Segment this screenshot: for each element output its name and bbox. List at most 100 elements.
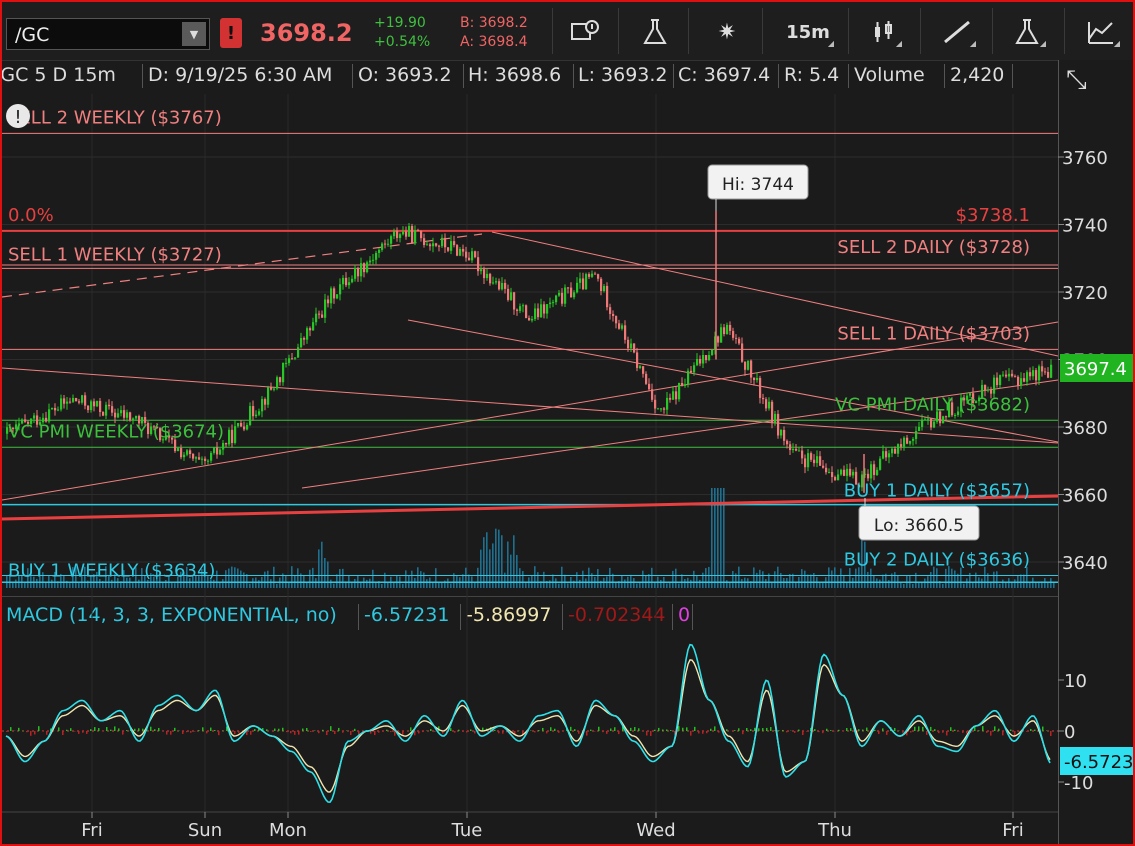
price-candle [1035, 370, 1038, 381]
price-candle [834, 477, 837, 481]
price-candle [639, 366, 642, 368]
macd-axis-label: 0 [1064, 722, 1075, 743]
macd-histogram-bar [238, 731, 240, 733]
price-candle [222, 442, 225, 450]
macd-histogram-bar [18, 727, 20, 731]
volume-bar [507, 541, 509, 588]
price-candle [771, 401, 774, 423]
price-candle [444, 237, 447, 248]
macd-histogram-bar [282, 727, 284, 731]
macd-histogram-bar [610, 728, 612, 731]
macd-histogram-bar [846, 728, 848, 731]
volume-bar [900, 582, 902, 588]
macd-histogram-bar [614, 727, 616, 731]
price-candle [270, 387, 273, 390]
volume-bar [1053, 582, 1055, 588]
volume-bar [888, 580, 890, 588]
macd-histogram-bar [82, 731, 84, 733]
volume-bar [1044, 578, 1046, 588]
price-candle [246, 424, 249, 430]
macd-histogram-bar [786, 731, 788, 733]
price-candle [429, 244, 432, 247]
price-candle [762, 397, 765, 400]
volume-bar [966, 578, 968, 588]
price-candle [882, 451, 885, 459]
macd-histogram-bar [462, 731, 464, 732]
price-candle [711, 349, 714, 355]
level-label: SELL 2 WEEKLY ($3767) [8, 107, 222, 128]
volume-bar [273, 566, 275, 588]
price-candle [372, 259, 375, 261]
price-candle [885, 451, 888, 458]
macd-histogram-bar [994, 726, 996, 731]
volume-bar [840, 568, 842, 588]
volume-bar [495, 528, 497, 588]
volume-bar [552, 574, 554, 588]
macd-histogram-bar [6, 731, 8, 732]
price-candle [111, 406, 114, 413]
price-candle [690, 370, 693, 373]
price-candle [846, 468, 849, 476]
price-candle [237, 423, 240, 427]
price-candle [765, 399, 768, 409]
price-candle [1005, 374, 1008, 377]
price-candle [870, 464, 873, 479]
price-candle [120, 410, 123, 414]
volume-bar [789, 573, 791, 588]
price-candle [426, 244, 429, 246]
macd-histogram-bar [386, 729, 388, 731]
volume-bar [855, 568, 857, 588]
volume-bar [1023, 574, 1025, 588]
macd-histogram-bar [778, 730, 780, 731]
price-candle [891, 448, 894, 454]
price-candle [678, 382, 681, 400]
price-candle [240, 423, 243, 427]
macd-histogram-bar [770, 727, 772, 731]
volume-bar [267, 570, 269, 588]
volume-bar [372, 569, 374, 588]
volume-bar [246, 574, 248, 588]
price-candle [744, 361, 747, 370]
macd-histogram-bar [826, 728, 828, 731]
price-candle [924, 419, 927, 421]
price-candle [567, 287, 570, 289]
macd-histogram-bar [594, 731, 596, 732]
volume-bar [216, 570, 218, 588]
fib-zero-label: 0.0% [8, 205, 54, 226]
macd-histogram-bar [754, 727, 756, 731]
price-candle [489, 273, 492, 284]
price-candle [879, 458, 882, 470]
volume-bar [426, 579, 428, 588]
price-candle [234, 426, 237, 443]
macd-histogram-bar [530, 730, 532, 731]
volume-bar [417, 567, 419, 588]
price-candle [132, 418, 135, 421]
price-candle [435, 243, 438, 246]
price-candle [708, 354, 711, 361]
price-candle [990, 389, 993, 394]
volume-bar [1035, 582, 1037, 588]
time-axis-label: Wed [636, 820, 675, 841]
volume-bar [366, 579, 368, 588]
macd-histogram-bar [578, 731, 580, 734]
chart-canvas[interactable]: SELL 2 WEEKLY ($3767) SELL 1 WEEKLY ($372… [2, 2, 1133, 844]
macd-histogram-bar [634, 727, 636, 731]
price-candle [606, 285, 609, 308]
volume-bar [738, 566, 740, 588]
price-candle [297, 347, 300, 358]
price-candle [333, 288, 336, 299]
price-candle [804, 458, 807, 468]
price-candle [687, 370, 690, 385]
price-candle [774, 413, 777, 423]
level-label: BUY 2 DAILY ($3636) [844, 550, 1030, 571]
price-candle [513, 292, 516, 310]
volume-bar [288, 582, 290, 588]
volume-bar [903, 583, 905, 588]
macd-histogram-bar [1026, 731, 1028, 732]
price-candle [99, 400, 102, 413]
macd-histogram-bar [670, 730, 672, 731]
macd-histogram-bar [1030, 728, 1032, 731]
volume-bar [423, 572, 425, 588]
macd-histogram-bar [178, 730, 180, 731]
price-candle [681, 382, 684, 386]
